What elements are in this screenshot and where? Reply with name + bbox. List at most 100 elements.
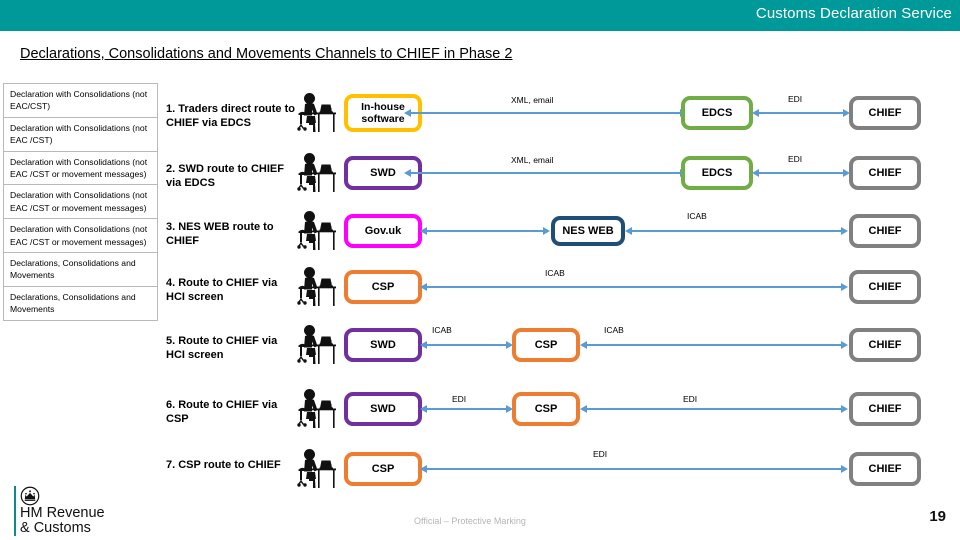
arrow-left-icon [752,168,759,177]
node-chief[interactable]: CHIEF [849,156,921,190]
person-at-desk-icon [297,93,336,132]
node-chief[interactable]: CHIEF [849,328,921,362]
connector-label: ICAB [545,268,565,278]
arrow-left-icon [580,340,587,349]
person-at-desk-icon [297,325,336,364]
node-label: CHIEF [868,281,902,293]
node-chief[interactable]: CHIEF [849,270,921,304]
arrow-left-icon [404,168,411,177]
node-chief[interactable]: CHIEF [849,96,921,130]
node-chief[interactable]: CHIEF [849,392,921,426]
node-label: CHIEF [868,167,902,179]
node-label: CSP [534,339,558,351]
node-label: EDCS [701,107,733,119]
connector-label: EDI [452,394,467,404]
node-swd[interactable]: SWD [344,328,422,362]
route-label-2: 2. SWD route to CHIEF via EDCS [166,163,284,189]
node-label: CSP [534,403,558,415]
node-label: CSP [371,463,395,475]
person-at-desk-icon [297,389,336,428]
connector-swd-csp [426,344,509,346]
person-at-desk-icon [297,267,336,306]
connector-label: XML, email [511,95,554,105]
route-label-7: 7. CSP route to CHIEF [166,459,281,471]
route-label-3: 3. NES WEB route to CHIEF [166,221,274,247]
route-label-4: 4. Route to CHIEF via HCI screen [166,277,278,303]
protective-marking: Official – Protective Marking [414,516,526,526]
connector-label: ICAB [604,325,624,335]
connector-label: EDI [593,449,608,459]
arrow-left-icon [420,464,427,473]
node-label: CHIEF [868,225,902,237]
arrow-right-icon [841,464,848,473]
node-label: SWD [370,339,396,351]
connector-csp-chief [426,286,843,288]
node-chief[interactable]: CHIEF [849,214,921,248]
arrow-right-icon [841,340,848,349]
node-label: SWD [370,167,396,179]
connector-edcs-chief [758,172,845,174]
route-label-6: 6. Route to CHIEF via CSP [166,399,278,425]
arrow-left-icon [420,340,427,349]
node-label: NES WEB [562,225,614,237]
arrow-left-icon [420,404,427,413]
node-edcs[interactable]: EDCS [681,156,753,190]
hmrc-logo-text: HM Revenue & Customs [20,505,105,536]
page-title: Declarations, Consolidations and Movemen… [20,46,513,62]
connector-label: EDI [683,394,698,404]
route-row-1: 1. Traders direct route to CHIEF via EDC… [0,83,960,143]
node-csp[interactable]: CSP [512,392,580,426]
connector-inhouse-edcs [409,112,687,114]
route-label-1: 1. Traders direct route to CHIEF via EDC… [166,103,295,129]
connector-label: ICAB [432,325,452,335]
route-row-7: 7. CSP route to CHIEF CSP EDI CHIEF [0,439,960,499]
connector-label: ICAB [687,211,707,221]
route-row-2: 2. SWD route to CHIEF via EDCS SWD XML, … [0,143,960,203]
connector-edcs-chief [758,112,845,114]
connector-csp-chief [426,468,843,470]
arrow-left-icon [752,108,759,117]
node-label: CHIEF [868,107,902,119]
node-csp[interactable]: CSP [512,328,580,362]
person-at-desk-icon [297,211,336,250]
node-edcs[interactable]: EDCS [681,96,753,130]
node-chief[interactable]: CHIEF [849,452,921,486]
node-label: CHIEF [868,339,902,351]
hmrc-logo-rule [14,486,16,536]
arrow-left-icon [580,404,587,413]
connector-label: XML, email [511,155,554,165]
person-at-desk-icon [297,449,336,488]
route-label-5: 5. Route to CHIEF via HCI screen [166,335,278,361]
arrow-left-icon [420,226,427,235]
arrow-right-icon [841,404,848,413]
arrow-left-icon [404,108,411,117]
connector-csp-chief [586,408,843,410]
route-row-4: 4. Route to CHIEF via HCI screen CSP ICA… [0,257,960,317]
node-label: CSP [371,281,395,293]
connector-csp-chief [586,344,843,346]
connector-swd-csp [426,408,509,410]
route-row-5: 5. Route to CHIEF via HCI screen SWD ICA… [0,315,960,375]
node-label: Gov.uk [364,225,402,237]
arrow-right-icon [841,282,848,291]
node-csp[interactable]: CSP [344,270,422,304]
connector-govuk-nesweb [426,230,546,232]
connector-nesweb-chief [631,230,843,232]
node-csp[interactable]: CSP [344,452,422,486]
connector-label: EDI [788,154,803,164]
node-label: SWD [370,403,396,415]
crown-icon [20,486,40,506]
route-row-6: 6. Route to CHIEF via CSP SWD EDI CSP ED… [0,379,960,439]
node-label: EDCS [701,167,733,179]
node-label: CHIEF [868,463,902,475]
node-gov-uk[interactable]: Gov.uk [344,214,422,248]
node-swd[interactable]: SWD [344,392,422,426]
arrow-right-icon [841,226,848,235]
header-title: Customs Declaration Service [755,5,952,22]
connector-swd-edcs [409,172,687,174]
page-number: 19 [929,508,946,525]
node-label: CHIEF [868,403,902,415]
arrow-left-icon [420,282,427,291]
node-nes-web[interactable]: NES WEB [551,216,625,246]
arrow-left-icon [625,226,632,235]
